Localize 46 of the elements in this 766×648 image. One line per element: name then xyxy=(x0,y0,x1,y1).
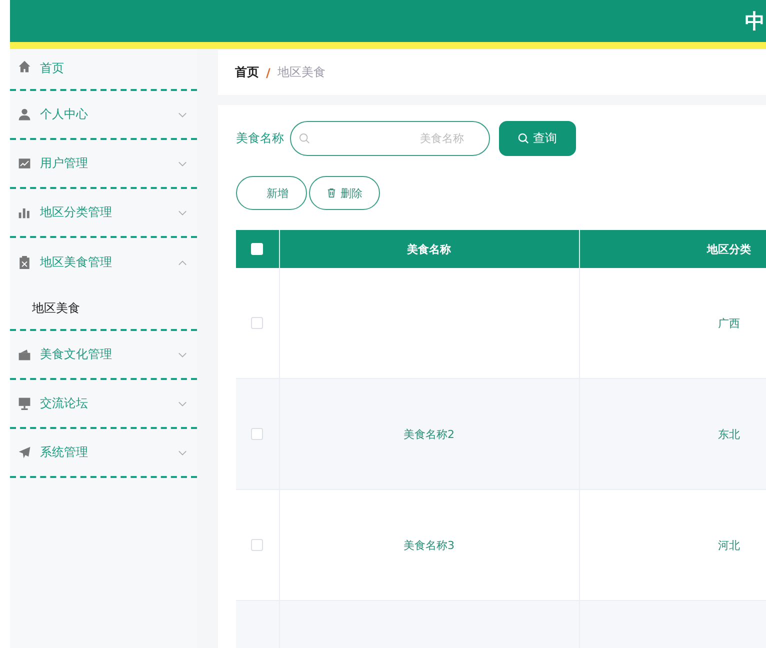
breadcrumb-item: 地区美食 xyxy=(277,64,326,81)
bar-chart-icon xyxy=(18,206,31,219)
monitor-icon xyxy=(18,397,31,410)
trash-icon xyxy=(326,188,336,198)
person-icon xyxy=(18,108,31,121)
menu-item[interactable]: 美食文化管理 xyxy=(40,346,178,363)
menu-item[interactable]: 地区分类管理 xyxy=(40,204,178,221)
chevron-down-icon[interactable] xyxy=(178,400,187,406)
search-icon xyxy=(518,133,529,144)
chevron-down-icon[interactable] xyxy=(178,450,187,456)
row-checkbox[interactable] xyxy=(251,428,264,440)
chevron-down-icon[interactable] xyxy=(178,210,187,216)
search-field[interactable]: 美食名称 xyxy=(290,121,490,156)
breadcrumb-item[interactable]: 首页 xyxy=(235,64,259,81)
field-label: 美食名称 xyxy=(236,130,284,147)
chart-icon xyxy=(18,157,31,170)
row-checkbox[interactable] xyxy=(251,317,264,330)
chevron-up-icon[interactable] xyxy=(178,260,187,266)
menu-item[interactable]: 系统管理 xyxy=(40,444,178,461)
paper-plane-icon xyxy=(18,446,31,459)
table-cell: 河北 xyxy=(718,538,740,552)
menu-item[interactable]: 用户管理 xyxy=(40,155,178,172)
delete-button[interactable]: 删除 xyxy=(309,176,380,210)
submenu-item[interactable]: 地区美食 xyxy=(32,300,80,316)
search-button[interactable]: 查询 xyxy=(499,121,576,156)
row-checkbox[interactable] xyxy=(251,539,264,552)
wallet-icon xyxy=(18,348,31,361)
menu-item[interactable]: 个人中心 xyxy=(40,106,178,123)
site-title: 中 xyxy=(745,8,765,34)
select-all-checkbox[interactable] xyxy=(251,243,264,256)
table-cell: 美食名称2 xyxy=(404,428,454,440)
add-button[interactable]: 新增 xyxy=(236,176,307,210)
chevron-down-icon[interactable] xyxy=(178,160,187,166)
menu-item[interactable]: 交流论坛 xyxy=(40,395,178,412)
menu-item[interactable]: 首页 xyxy=(40,60,187,77)
table-cell: 广西 xyxy=(718,316,740,330)
chevron-down-icon[interactable] xyxy=(178,112,187,118)
table-cell: 美食名称3 xyxy=(404,538,454,552)
menu-item[interactable]: 地区美食管理 xyxy=(40,254,178,271)
breadcrumb-separator: / xyxy=(266,66,270,80)
home-icon xyxy=(18,60,31,73)
clipboard-icon xyxy=(18,256,31,269)
chevron-down-icon[interactable] xyxy=(178,352,187,358)
table-cell: 东北 xyxy=(718,428,740,440)
column-header: 美食名称 xyxy=(407,242,451,256)
column-header: 地区分类 xyxy=(707,242,751,256)
